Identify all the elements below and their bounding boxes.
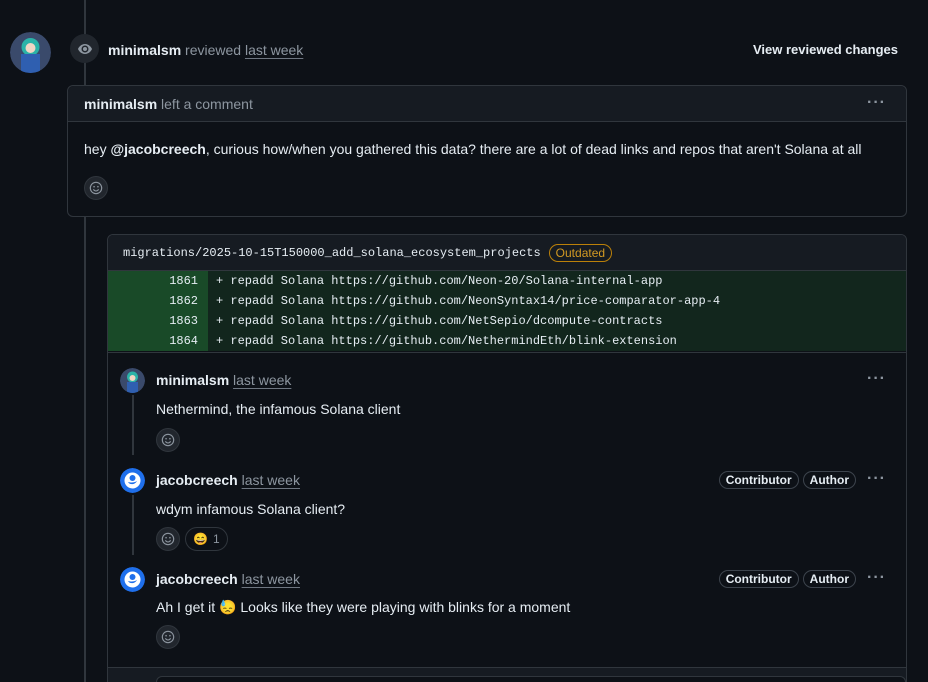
eye-icon [70,34,99,63]
diff-line: 1864 + repadd Solana https://github.com/… [108,331,906,351]
reply-input[interactable] [156,676,906,682]
reaction-count: 1 [212,532,220,546]
reply-area [108,667,906,682]
review-action: reviewed [185,42,242,58]
contributor-badge: Contributor [718,570,799,588]
comment-text-suffix: , curious how/when you gathered this dat… [205,141,862,157]
comment-text-prefix: hey [84,141,111,157]
divider [108,352,906,353]
review-author[interactable]: minimalsm [108,42,181,58]
line-code: + repadd Solana https://github.com/NetSe… [208,311,906,331]
comment-author[interactable]: jacobcreech [156,571,238,587]
comment-header: minimalsm last week [156,372,291,388]
comment-header: jacobcreech last week [156,472,300,488]
comment-header: minimalsm left a comment ··· [68,86,906,122]
line-number[interactable]: 1863 [108,311,208,331]
comment-author[interactable]: minimalsm [156,372,229,388]
line-code: + repadd Solana https://github.com/Nethe… [208,331,906,351]
line-number[interactable]: 1862 [108,291,208,311]
file-header: migrations/2025-10-15T150000_add_solana_… [108,235,906,271]
line-number[interactable]: 1861 [108,271,208,291]
outdated-badge: Outdated [548,243,613,262]
avatar[interactable] [120,368,145,393]
line-number[interactable]: 1864 [108,331,208,351]
comment-author[interactable]: jacobcreech [156,472,238,488]
diff-line: 1861 + repadd Solana https://github.com/… [108,271,906,291]
thread-line [132,395,134,455]
review-comment: minimalsm left a comment ··· hey @jacobc… [67,85,907,217]
contributor-badge: Contributor [718,471,799,489]
review-thread: migrations/2025-10-15T150000_add_solana_… [107,234,907,682]
comment-action: left a comment [161,96,253,112]
comment-body: hey @jacobcreech, curious how/when you g… [68,122,906,157]
file-path[interactable]: migrations/2025-10-15T150000_add_solana_… [123,246,541,260]
kebab-horizontal-icon[interactable]: ··· [867,569,886,587]
line-code: + repadd Solana https://github.com/NeonS… [208,291,906,311]
comment-body: wdym infamous Solana client? [156,501,346,517]
comment-time[interactable]: last week [242,472,300,488]
avatar[interactable] [10,32,51,73]
reaction-button[interactable]: 😄 1 [185,527,228,551]
comment-time[interactable]: last week [242,571,300,587]
view-reviewed-changes-button[interactable]: View reviewed changes [753,42,898,57]
mention-link[interactable]: @jacobcreech [110,141,205,157]
smiley-icon[interactable] [156,527,180,551]
kebab-horizontal-icon[interactable]: ··· [867,94,886,112]
avatar[interactable] [120,468,145,493]
avatar[interactable] [120,567,145,592]
sweat-emoji: 😓 [219,599,237,615]
grinning-emoji: 😄 [193,532,208,546]
smiley-icon[interactable] [156,428,180,452]
author-badge: Author [802,570,856,588]
line-code: + repadd Solana https://github.com/Neon-… [208,271,906,291]
smiley-icon[interactable] [156,625,180,649]
diff-line: 1863 + repadd Solana https://github.com/… [108,311,906,331]
review-time[interactable]: last week [245,42,303,58]
comment-author[interactable]: minimalsm [84,96,157,112]
comment-text-prefix: Ah I get it [156,599,220,615]
author-badge: Author [802,471,856,489]
diff-hunk: 1861 + repadd Solana https://github.com/… [108,271,906,351]
review-header: minimalsm reviewed last week [108,42,303,58]
diff-line: 1862 + repadd Solana https://github.com/… [108,291,906,311]
comment-text-suffix: Looks like they were playing with blinks… [236,599,571,615]
kebab-horizontal-icon[interactable]: ··· [867,370,886,388]
thread-line [132,495,134,555]
kebab-horizontal-icon[interactable]: ··· [867,470,886,488]
smiley-icon[interactable] [84,176,108,200]
comment-body: Ah I get it 😓 Looks like they were playi… [156,599,570,616]
comment-body: Nethermind, the infamous Solana client [156,401,401,417]
comment-header: jacobcreech last week [156,571,300,587]
comment-time[interactable]: last week [233,372,291,388]
